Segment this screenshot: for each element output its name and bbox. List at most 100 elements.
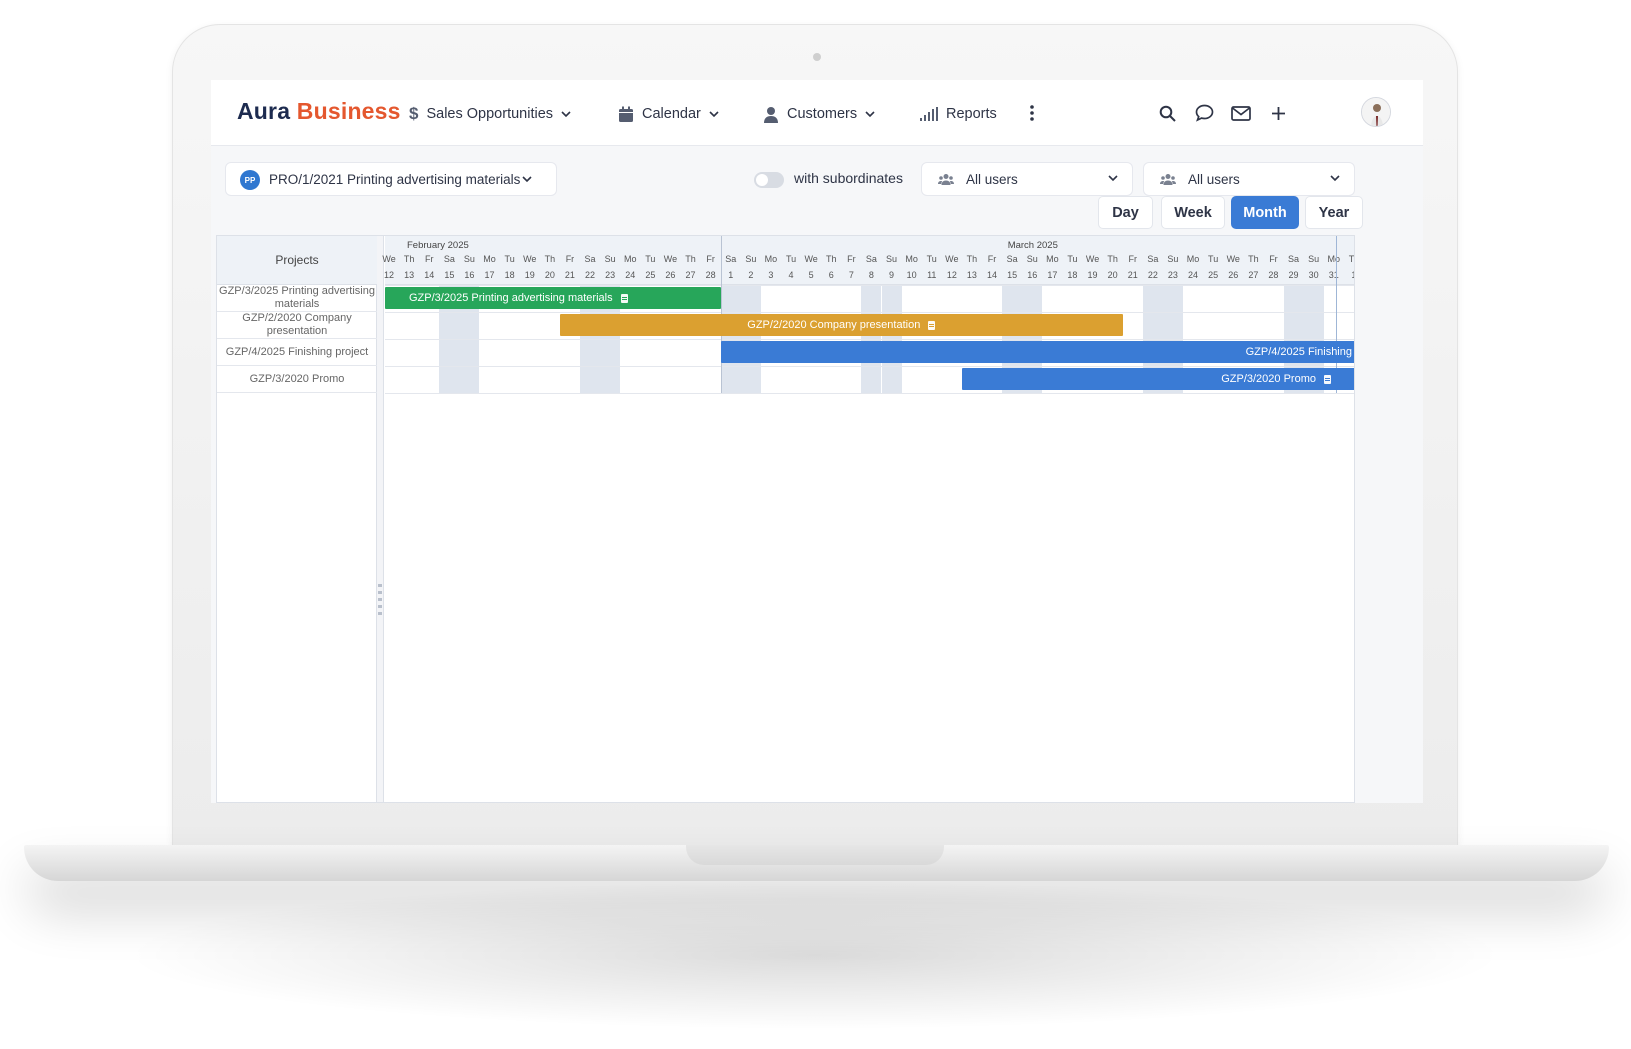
view-week-button[interactable]: Week [1161, 196, 1225, 229]
chat-button[interactable] [1191, 100, 1217, 126]
day-of-week-label: Su [1026, 254, 1038, 264]
gantt-task-bar[interactable]: GZP/3/2025 Printing advertising material… [385, 287, 721, 309]
panel-resizer[interactable] [377, 236, 384, 802]
day-number-label: 15 [1007, 270, 1018, 280]
gantt-task-bar[interactable]: GZP/4/2025 Finishing [720, 341, 1354, 363]
chevron-down-icon [1330, 175, 1340, 182]
row-separator [385, 312, 1354, 313]
subordinates-label: with subordinates [794, 170, 903, 186]
gantt-task-bar[interactable]: GZP/2/2020 Company presentation [559, 314, 1123, 336]
day-of-week-label: Sa [584, 254, 596, 264]
mail-button[interactable] [1228, 100, 1254, 126]
project-row[interactable]: GZP/2/2020 Company presentation [217, 312, 377, 339]
day-of-week-label: Th [685, 254, 696, 264]
chevron-down-icon [709, 110, 719, 117]
logo-text-aura: Aura [237, 98, 291, 124]
day-number-label: 19 [524, 270, 535, 280]
day-number-label: 5 [808, 270, 814, 280]
day-of-week-label: Th [825, 254, 837, 264]
day-number-label: 26 [665, 270, 676, 280]
day-of-week-label: Su [745, 254, 757, 264]
nav-sales-opportunities[interactable]: $ Sales Opportunities [409, 102, 571, 126]
project-select[interactable]: PP PRO/1/2021 Printing advertising mater… [225, 162, 557, 196]
laptop-notch [686, 845, 944, 865]
day-number-label: 13 [966, 270, 977, 280]
day-number-label: 28 [1268, 270, 1279, 280]
app-screen: Aura Business $ Sales Opportunities Cale… [211, 80, 1423, 803]
day-of-week-label: Mo [905, 254, 918, 264]
day-of-week-label: Th [544, 254, 556, 264]
month-label: March 2025 [1007, 240, 1058, 251]
more-vertical-icon [1030, 105, 1034, 121]
day-of-week-label: Mo [1186, 254, 1200, 264]
day-number-label: 22 [585, 270, 596, 280]
users-select-2[interactable]: All users [1143, 162, 1355, 196]
gantt-task-label: GZP/2/2020 Company presentation [747, 319, 921, 331]
projects-panel: Projects GZP/3/2025 Printing advertising… [217, 236, 377, 802]
row-separator [385, 339, 1354, 340]
day-of-week-label: We [1085, 254, 1100, 264]
plus-icon [1271, 106, 1285, 120]
day-number-label: 23 [605, 270, 616, 280]
day-number-label: 3 [768, 270, 774, 280]
more-menu-button[interactable] [1019, 100, 1045, 126]
day-number-label: 20 [544, 270, 555, 280]
day-of-week-label: Sa [443, 254, 455, 264]
document-icon [1323, 374, 1331, 384]
day-of-week-label: Fr [565, 254, 575, 264]
mail-icon [1231, 105, 1251, 121]
day-of-week-label: Sa [865, 254, 877, 264]
day-number-label: 27 [685, 270, 696, 280]
app-logo[interactable]: Aura Business [237, 98, 401, 125]
users-select-1[interactable]: All users [921, 162, 1133, 196]
search-button[interactable] [1154, 100, 1180, 126]
day-number-label: 26 [1228, 270, 1239, 280]
day-of-week-label: Tu [645, 254, 656, 264]
nav-reports[interactable]: Reports [920, 102, 997, 126]
day-of-week-label: Fr [706, 254, 715, 264]
day-of-week-label: Mo [1046, 254, 1059, 264]
day-number-label: 13 [404, 270, 415, 280]
day-number-label: 1 [1344, 270, 1354, 280]
nav-calendar[interactable]: Calendar [618, 102, 719, 126]
day-number-label: 23 [1167, 270, 1178, 280]
day-of-week-label: Tu [785, 254, 797, 264]
add-button[interactable] [1265, 100, 1291, 126]
gantt-task-bar[interactable]: GZP/3/2020 Promo [961, 368, 1354, 390]
resize-grip-icon[interactable] [378, 584, 382, 618]
top-navbar: Aura Business $ Sales Opportunities Cale… [211, 80, 1423, 146]
day-of-week-label: Fr [424, 254, 434, 264]
day-number-label: 14 [424, 270, 435, 280]
day-of-week-label: Sa [1147, 254, 1159, 264]
view-year-button[interactable]: Year [1305, 196, 1363, 229]
timeline-area: We 12 Th 13 Fr 14 Sa 15 Su 16 Mo 17 Tu 18 We 19 Th 20 Fr 21… [382, 236, 1354, 802]
project-row[interactable]: GZP/4/2025 Finishing project [217, 339, 377, 366]
day-of-week-label: Mo [483, 254, 496, 264]
day-number-label: 6 [828, 270, 834, 280]
day-number-label: 4 [788, 270, 794, 280]
view-day-button[interactable]: Day [1098, 196, 1153, 229]
nav-customers[interactable]: Customers [763, 102, 875, 126]
nav-calendar-label: Calendar [642, 106, 701, 122]
day-number-label: 15 [444, 270, 455, 280]
day-of-week-label: Su [1308, 254, 1320, 264]
day-of-week-label: Sa [1006, 254, 1018, 264]
document-icon [928, 320, 936, 330]
day-number-label: 24 [1188, 270, 1199, 280]
gantt-task-label: GZP/4/2025 Finishing [1245, 346, 1352, 358]
user-avatar[interactable] [1361, 97, 1391, 127]
day-of-week-label: Fr [1128, 254, 1137, 264]
subordinates-toggle[interactable] [754, 172, 784, 188]
gantt-task-label: GZP/3/2025 Printing advertising material… [409, 292, 613, 304]
dollar-icon: $ [409, 104, 419, 123]
day-number-label: 2 [748, 270, 754, 280]
nav-reports-label: Reports [946, 106, 997, 122]
day-number-label: 29 [1288, 270, 1299, 280]
view-month-button[interactable]: Month [1231, 196, 1299, 229]
project-row[interactable]: GZP/3/2020 Promo [217, 366, 377, 393]
day-number-label: 18 [1067, 270, 1078, 280]
day-number-label: 18 [504, 270, 515, 280]
day-of-week-label: Tu [1348, 254, 1354, 264]
project-row[interactable]: GZP/3/2025 Printing advertising material… [217, 285, 377, 312]
day-of-week-label: We [1226, 254, 1240, 264]
